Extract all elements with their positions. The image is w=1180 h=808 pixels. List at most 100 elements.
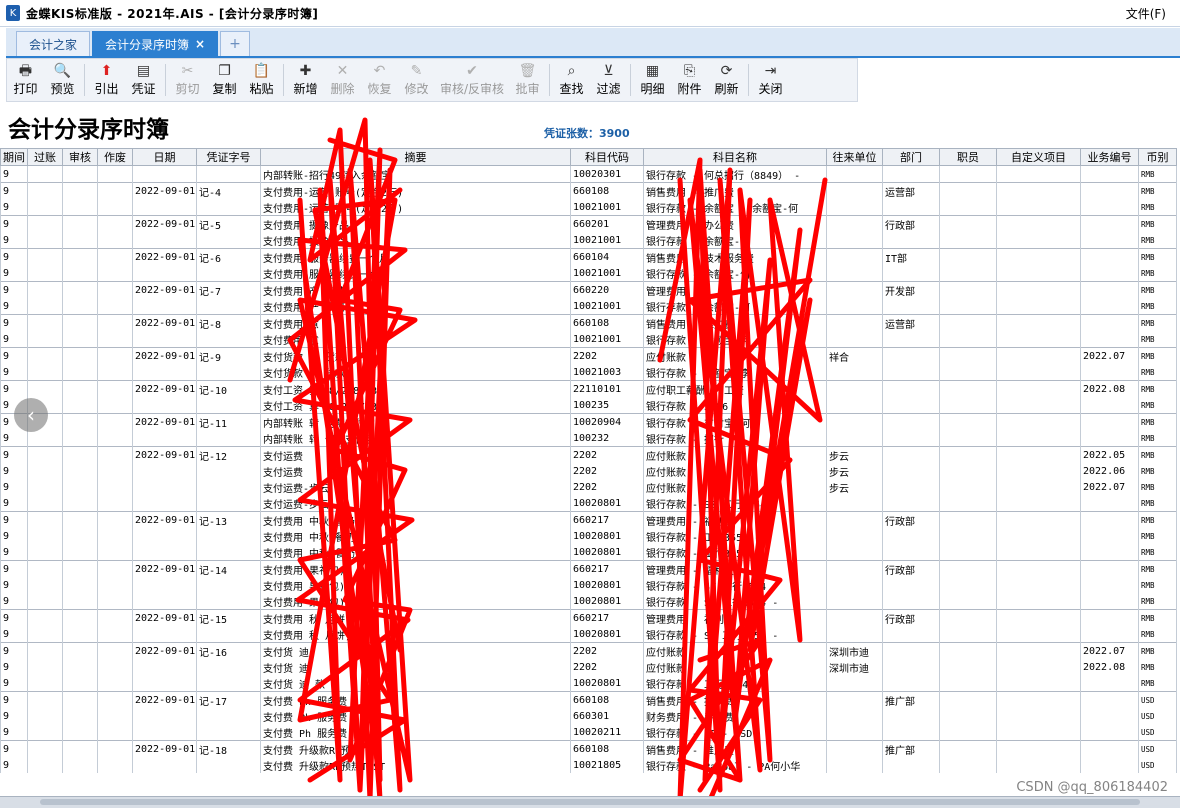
cell-department <box>882 724 940 741</box>
table-row[interactable]: 9 2022-09-01 记-9 支付货款 祥 货款 2202 应付账款 祥合 2022.07… <box>0 347 1177 364</box>
table-row[interactable]: 9 支付货款 祥 货款 10021003 银行存款 - 余额宝-李 RMB <box>0 364 1177 381</box>
filter-button[interactable]: ⊻ 过滤 <box>590 59 627 101</box>
audit-button[interactable]: ✔ 审核/反审核 <box>435 59 509 101</box>
column-header[interactable]: 凭证字号 <box>196 148 261 166</box>
table-row[interactable]: 9 支付费用 中秋 餐奶) 10020801 银行存款 - 工行3554 - RMB <box>0 544 1177 561</box>
batch-audit-button[interactable]: 🗑 批审 <box>509 59 546 101</box>
preview-button[interactable]: 🔍 预览 <box>44 59 81 101</box>
table-row[interactable]: 9 2022-09-01 记-11 内部转账 转 何彪支付宝 10020904 银行存款 … <box>0 413 1177 430</box>
table-row[interactable]: 9 支付费用-运营 账号(定金2万) 10021001 银行存款 - 余额宝 - 余额… <box>0 199 1177 216</box>
column-header[interactable]: 币别 <box>1138 148 1177 166</box>
cell-voided <box>97 757 133 773</box>
table-row[interactable]: 9 支付费用 产 申请 10021001 银行存款 - 余额宝-何 RMB <box>0 298 1177 315</box>
column-header[interactable]: 往来单位 <box>826 148 883 166</box>
scissors-button[interactable]: ✂ 剪切 <box>169 59 206 101</box>
table-row[interactable]: 9 支付费用 秋 月饼) 10020801 银行存款 - SZ 工行3554 - RMB <box>0 626 1177 643</box>
cell-summary: 支付工资 算（8/2-8/13） <box>260 397 571 414</box>
cell-summary: 支付运费-步云 <box>260 479 571 495</box>
cell-voucher-no: 记-6 <box>196 248 261 265</box>
table-row[interactable]: 9 支付运费-步云 10020801 银行存款 - SZ 工行3554 - RMB <box>0 495 1177 512</box>
cell-voided <box>97 380 133 397</box>
table-row[interactable]: 9 2022-09-01 记-8 支付费用 意 660108 销售费用 - 推广费 运营部 R… <box>0 314 1177 331</box>
column-header[interactable]: 自定义项目 <box>996 148 1081 166</box>
column-header[interactable]: 期间 <box>0 148 28 166</box>
cell-summary: 支付费用 摄像产品 <box>260 232 571 249</box>
table-row[interactable]: 9 支付费 升级款RP预热TEST 10021805 银行存款 - Paypal - … <box>0 757 1177 773</box>
table-row[interactable]: 9 支付费用 意 10021001 银行存款 - 余额宝-何 RMB <box>0 331 1177 348</box>
cell-account-name: 银行存款 - 余额宝-何 <box>643 232 827 249</box>
cell-period: 9 <box>0 495 28 512</box>
cell-date <box>132 757 197 773</box>
column-header[interactable]: 科目代码 <box>570 148 644 166</box>
cell-currency: RMB <box>1138 642 1177 659</box>
cell-currency: RMB <box>1138 331 1177 348</box>
table-row[interactable]: 9 内部转账 转 何彪支付宝 100232 银行存款 - 招行 RMB <box>0 430 1177 447</box>
table-row[interactable]: 9 2022-09-01 记-5 支付费用 摄像产品 660201 管理费用 - 办公费 行… <box>0 215 1177 232</box>
exit-button[interactable]: ⇥ 关闭 <box>752 59 789 101</box>
voucher-button[interactable]: ▤ 凭证 <box>125 59 162 101</box>
export-button[interactable]: ⬆ 引出 <box>88 59 125 101</box>
table-row[interactable]: 9 2022-09-01 记-12 支付运费 2202 应付账款 步云 2022.05 RMB <box>0 446 1177 463</box>
undo-button[interactable]: ↶ 恢复 <box>361 59 398 101</box>
table-row[interactable]: 9 支付运费 2202 应付账款 步云 2022.06 RMB <box>0 463 1177 479</box>
table-row[interactable]: 9 2022-09-01 记-6 支付费用 服务器续费一个月 660104 销售费用 - … <box>0 248 1177 265</box>
table-row[interactable]: 9 支付费用 果礼包) 10020801 银行存款 - SZ 工行3554 - RMB <box>0 593 1177 610</box>
tab-accounting-home[interactable]: 会计之家 <box>16 31 91 56</box>
tab-journal-register[interactable]: 会计分录序时簿 × <box>92 31 219 56</box>
table-row[interactable]: 9 支付费 Ph 服务费 10020211 银行存款 - PF - USD USD <box>0 724 1177 741</box>
table-row[interactable]: 9 2022-09-01 记-14 支付费用 果礼包) 660217 管理费用 - 福利费… <box>0 560 1177 577</box>
add-tab-button[interactable]: + <box>220 31 250 56</box>
column-header[interactable]: 科目名称 <box>643 148 827 166</box>
cell-business-no <box>1080 740 1139 757</box>
edit-button[interactable]: ✎ 修改 <box>398 59 435 101</box>
column-header[interactable]: 摘要 <box>260 148 571 166</box>
table-row[interactable]: 9 支付货 迪 款 10020801 银行存款 - 工行3554 - RMB <box>0 675 1177 692</box>
column-header[interactable]: 日期 <box>132 148 197 166</box>
table-row[interactable]: 9 2022-09-01 记-16 支付货 迪 2202 应付账款 深圳市迪 2022.07 R… <box>0 642 1177 659</box>
table-row[interactable]: 9 支付费用 服务器续费一个月 10021001 银行存款 - 余额宝-何 RMB <box>0 265 1177 282</box>
delete-button[interactable]: ✕ 删除 <box>324 59 361 101</box>
detail-button[interactable]: ▦ 明细 <box>634 59 671 101</box>
table-row[interactable]: 9 支付工资 算（8/2-8/13） 100235 银行存款 - 3396 RMB <box>0 397 1177 414</box>
table-row[interactable]: 9 支付运费-步云 2202 应付账款 步云 2022.07 RMB <box>0 479 1177 495</box>
cell-account-name: 应付账款 <box>643 347 827 364</box>
table-row[interactable]: 9 2022-09-01 记-7 支付费用 产 申请 660220 管理费用 开发部 RMB <box>0 281 1177 298</box>
table-row[interactable]: 9 2022-09-01 记-10 支付工资 算（8/2-8/13） 22110101 应… <box>0 380 1177 397</box>
column-header[interactable]: 过账 <box>27 148 63 166</box>
table-row[interactable]: 9 支付费用 中秋 餐奶) 10020801 银行存款 - 工行3554 - RMB <box>0 528 1177 544</box>
column-header[interactable]: 审核 <box>62 148 98 166</box>
close-icon[interactable]: × <box>195 37 205 51</box>
table-row[interactable]: 9 2022-09-01 记-13 支付费用 中秋 餐奶) 660217 管理费用 - 福… <box>0 511 1177 528</box>
cell-voided <box>97 511 133 528</box>
cell-voucher-no: 记-7 <box>196 281 261 298</box>
cell-staff <box>939 314 997 331</box>
table-row[interactable]: 9 2022-09-01 记-18 支付费 升级款RP预热 660108 销售费用 - 推… <box>0 740 1177 757</box>
printer-button[interactable]: 🖶 打印 <box>7 59 44 101</box>
menu-file[interactable]: 文件(F) <box>1126 5 1166 22</box>
refresh-button[interactable]: ⟳ 刷新 <box>708 59 745 101</box>
table-row[interactable]: 9 支付费用 果礼包) 10020801 银行存款 - SZ 工行3554 - RMB <box>0 577 1177 593</box>
cell-business-no: 2022.07 <box>1080 347 1139 364</box>
copy-button[interactable]: ❐ 复制 <box>206 59 243 101</box>
cell-period: 9 <box>0 232 28 249</box>
table-row[interactable]: 9 2022-09-01 记-17 支付费 Ph 服务费 660108 销售费用 - 推广… <box>0 691 1177 708</box>
cell-voided <box>97 609 133 626</box>
column-header[interactable]: 职员 <box>939 148 997 166</box>
column-header[interactable]: 业务编号 <box>1080 148 1139 166</box>
horizontal-scrollbar[interactable] <box>0 796 1180 808</box>
table-row[interactable]: 9 支付货 迪 2202 应付账款 深圳市迪 2022.08 RMB <box>0 659 1177 675</box>
table-row[interactable]: 9 2022-09-01 记-4 支付费用-运营 账号(定金2万) 660108 销售费用… <box>0 182 1177 199</box>
attachment-button[interactable]: ⎘ 附件 <box>671 59 708 101</box>
table-row[interactable]: 9 2022-09-01 记-15 支付费用 秋 月饼) 660217 管理费用 - 福利… <box>0 609 1177 626</box>
column-header[interactable]: 部门 <box>882 148 940 166</box>
table-row[interactable]: 9 支付费 Ph 服务费 660301 财务费用 - 手续费 USD <box>0 708 1177 724</box>
scrollbar-thumb[interactable] <box>40 799 1140 805</box>
table-row[interactable]: 9 支付费用 摄像产品 10021001 银行存款 - 余额宝-何 RMB <box>0 232 1177 249</box>
new-button[interactable]: ✚ 新增 <box>287 59 324 101</box>
paste-button[interactable]: 📋 粘贴 <box>243 59 280 101</box>
binoculars-button[interactable]: ⌕ 查找 <box>553 59 590 101</box>
previous-page-button[interactable]: ‹ <box>14 398 48 432</box>
column-header[interactable]: 作废 <box>97 148 133 166</box>
table-row[interactable]: 9 内部转账-招行49转入余额宝 10020301 银行存款 - 何总招行（8849）… <box>0 165 1177 183</box>
cell-department <box>882 479 940 495</box>
